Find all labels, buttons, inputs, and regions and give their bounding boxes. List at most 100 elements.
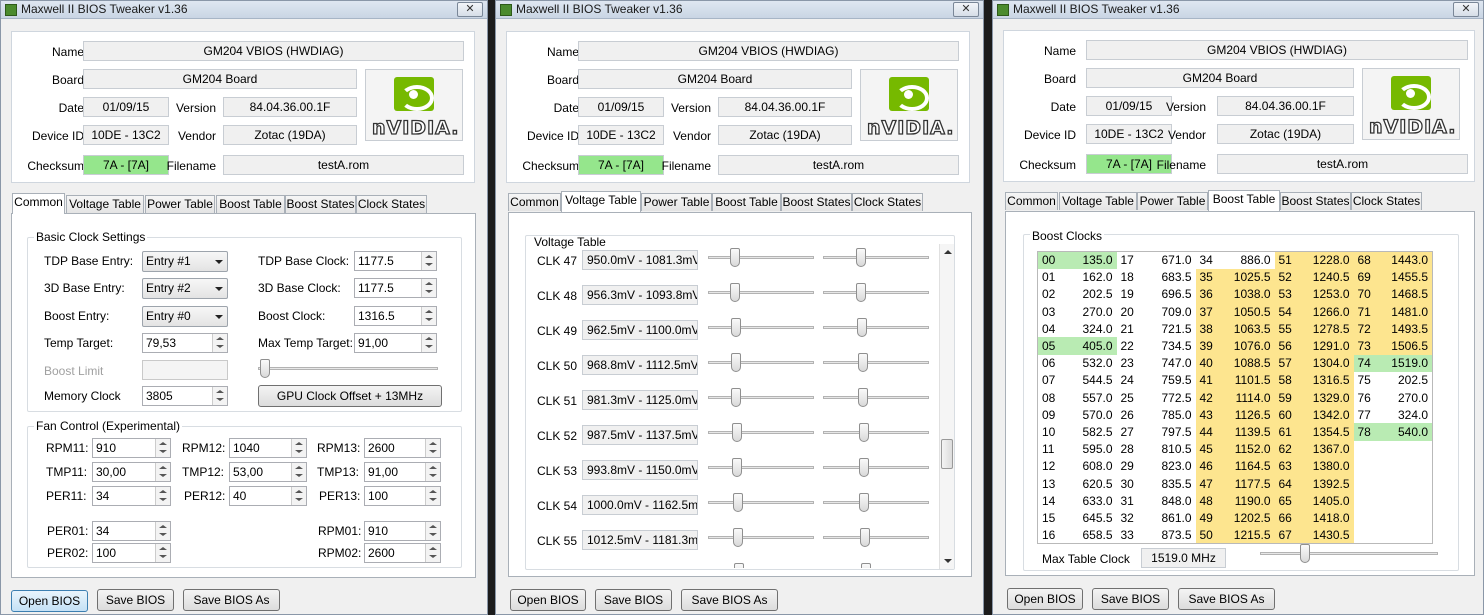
boost-state-index[interactable]: 53 bbox=[1274, 285, 1299, 304]
boost-entry-select[interactable]: Entry #0 bbox=[142, 306, 228, 327]
boost-state-index[interactable]: 49 bbox=[1195, 509, 1220, 527]
boost-clock-value[interactable]: 1114.0 bbox=[1219, 389, 1275, 407]
boost-state-index[interactable]: 71 bbox=[1353, 303, 1378, 321]
slider-thumb[interactable] bbox=[859, 493, 869, 512]
tab-voltage-table[interactable]: Voltage Table bbox=[561, 191, 641, 212]
spin-arrows-icon[interactable] bbox=[425, 544, 440, 562]
boost-state-index[interactable]: 13 bbox=[1037, 474, 1062, 493]
boost-clock-value[interactable]: 1190.0 bbox=[1219, 492, 1275, 510]
tab-boost-table[interactable]: Boost Table bbox=[216, 195, 285, 213]
boost-clock-value[interactable]: 595.0 bbox=[1061, 440, 1117, 458]
boost-clock-value[interactable]: 270.0 bbox=[1061, 303, 1117, 321]
boost-state-index[interactable]: 31 bbox=[1116, 492, 1141, 510]
boost-clock-value[interactable]: 1367.0 bbox=[1298, 440, 1354, 458]
boost-clock-value[interactable]: 861.0 bbox=[1140, 509, 1196, 527]
boost-state-index[interactable]: 73 bbox=[1353, 337, 1378, 355]
rpm02-input[interactable]: 2600 bbox=[364, 543, 441, 563]
boost-state-index[interactable]: 24 bbox=[1116, 371, 1141, 389]
tab-common[interactable]: Common bbox=[12, 193, 65, 214]
boost-state-index[interactable]: 50 bbox=[1195, 526, 1220, 544]
boost-clock-value[interactable]: 1455.5 bbox=[1377, 268, 1433, 286]
slider-thumb[interactable] bbox=[857, 318, 867, 337]
boost-state-index[interactable]: 36 bbox=[1195, 285, 1220, 304]
voltage-slider-min[interactable] bbox=[708, 248, 814, 268]
boost-clock-value[interactable]: 785.0 bbox=[1140, 406, 1196, 424]
spin-arrows-icon[interactable] bbox=[425, 522, 440, 540]
boost-state-index[interactable]: 22 bbox=[1116, 337, 1141, 355]
boost-clock-value[interactable] bbox=[1377, 440, 1433, 458]
spin-arrows-icon[interactable] bbox=[155, 463, 170, 481]
tab-power-table[interactable]: Power Table bbox=[1137, 192, 1208, 210]
boost-clock-value[interactable]: 1430.5 bbox=[1298, 526, 1354, 544]
boost-clock-value[interactable]: 721.5 bbox=[1140, 320, 1196, 338]
boost-clock-value[interactable]: 135.0 bbox=[1061, 251, 1117, 269]
voltage-slider-min[interactable] bbox=[708, 493, 814, 513]
boost-state-index[interactable]: 44 bbox=[1195, 423, 1220, 441]
boost-clock-value[interactable] bbox=[1377, 457, 1433, 475]
boost-state-index[interactable]: 29 bbox=[1116, 457, 1141, 475]
boost-clock-value[interactable]: 1506.5 bbox=[1377, 337, 1433, 355]
boost-clock-value[interactable]: 772.5 bbox=[1140, 389, 1196, 407]
boost-clock-value[interactable] bbox=[1377, 509, 1433, 527]
boost-clock-value[interactable]: 202.5 bbox=[1061, 285, 1117, 304]
boost-state-index[interactable]: 69 bbox=[1353, 268, 1378, 286]
voltage-slider-min[interactable] bbox=[708, 458, 814, 478]
boost-clock-value[interactable]: 1177.5 bbox=[1219, 474, 1275, 493]
close-button[interactable]: ✕ bbox=[953, 2, 979, 17]
tab-voltage-table[interactable]: Voltage Table bbox=[66, 195, 144, 213]
per11-input[interactable]: 34 bbox=[92, 486, 171, 506]
slider-thumb[interactable] bbox=[856, 283, 866, 302]
boost-state-index[interactable]: 21 bbox=[1116, 320, 1141, 338]
boost-clock-value[interactable]: 202.5 bbox=[1377, 371, 1433, 389]
boost-clock-value[interactable]: 835.5 bbox=[1140, 474, 1196, 493]
boost-state-index[interactable]: 68 bbox=[1353, 251, 1378, 269]
scroll-down-icon[interactable] bbox=[944, 559, 952, 563]
boost-clock-input[interactable]: 1316.5 bbox=[354, 306, 437, 326]
boost-state-index[interactable]: 67 bbox=[1274, 526, 1299, 544]
tab-power-table[interactable]: Power Table bbox=[145, 195, 215, 213]
boost-clock-value[interactable]: 1342.0 bbox=[1298, 406, 1354, 424]
boost-state-index[interactable] bbox=[1353, 509, 1378, 527]
boost-clock-value[interactable]: 759.5 bbox=[1140, 371, 1196, 389]
boost-state-index[interactable]: 41 bbox=[1195, 371, 1220, 389]
boost-clock-value[interactable]: 1126.5 bbox=[1219, 406, 1275, 424]
open-bios-button[interactable]: Open BIOS bbox=[1007, 588, 1083, 610]
boost-state-index[interactable]: 56 bbox=[1274, 337, 1299, 355]
boost-state-index[interactable]: 01 bbox=[1037, 268, 1062, 286]
boost-clock-value[interactable] bbox=[1377, 526, 1433, 544]
boost-state-index[interactable]: 25 bbox=[1116, 389, 1141, 407]
boost-state-index[interactable]: 15 bbox=[1037, 509, 1062, 527]
slider-thumb[interactable] bbox=[732, 458, 742, 477]
boost-clock-value[interactable]: 540.0 bbox=[1377, 423, 1433, 441]
boost-state-index[interactable]: 07 bbox=[1037, 371, 1062, 389]
slider-thumb[interactable] bbox=[859, 423, 869, 442]
boost-clock-value[interactable]: 1202.5 bbox=[1219, 509, 1275, 527]
boost-clock-value[interactable]: 324.0 bbox=[1061, 320, 1117, 338]
boost-clock-value[interactable]: 671.0 bbox=[1140, 251, 1196, 269]
tab-clock-states[interactable]: Clock States bbox=[1351, 192, 1422, 210]
boost-clock-value[interactable]: 582.5 bbox=[1061, 423, 1117, 441]
boost-clock-value[interactable]: 1266.0 bbox=[1298, 303, 1354, 321]
boost-clock-value[interactable] bbox=[1377, 492, 1433, 510]
tab-boost-table[interactable]: Boost Table bbox=[1208, 190, 1280, 211]
boost-clock-value[interactable]: 1380.0 bbox=[1298, 457, 1354, 475]
boost-state-index[interactable]: 64 bbox=[1274, 474, 1299, 493]
boost-state-index[interactable]: 52 bbox=[1274, 268, 1299, 286]
boost-clock-value[interactable]: 1050.5 bbox=[1219, 303, 1275, 321]
boost-clock-value[interactable]: 1304.0 bbox=[1298, 354, 1354, 372]
boost-clock-value[interactable]: 886.0 bbox=[1219, 251, 1275, 269]
boost-state-index[interactable]: 26 bbox=[1116, 406, 1141, 424]
voltage-slider-min[interactable] bbox=[708, 353, 814, 373]
boost-state-index[interactable]: 45 bbox=[1195, 440, 1220, 458]
boost-state-index[interactable]: 08 bbox=[1037, 389, 1062, 407]
slider-thumb[interactable] bbox=[861, 563, 871, 568]
tab-common[interactable]: Common bbox=[508, 193, 561, 211]
scroll-thumb[interactable] bbox=[941, 439, 953, 469]
boost-clock-value[interactable]: 1253.0 bbox=[1298, 285, 1354, 304]
tab-voltage-table[interactable]: Voltage Table bbox=[1059, 192, 1137, 210]
boost-clock-value[interactable]: 1164.5 bbox=[1219, 457, 1275, 475]
slider-thumb[interactable] bbox=[732, 423, 742, 442]
3d-base-entry-select[interactable]: Entry #2 bbox=[142, 278, 228, 299]
close-button[interactable]: ✕ bbox=[457, 2, 483, 17]
save-bios-button[interactable]: Save BIOS bbox=[1092, 588, 1169, 610]
